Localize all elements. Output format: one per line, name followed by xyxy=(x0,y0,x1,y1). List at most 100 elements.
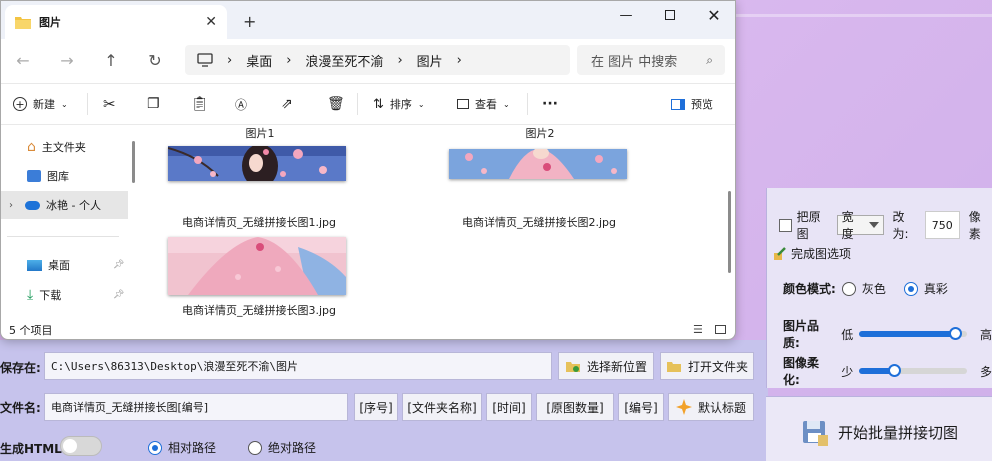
close-button[interactable]: ✕ xyxy=(691,1,735,29)
file-thumbnail-2[interactable] xyxy=(449,149,627,179)
file-name-2[interactable]: 电商详情页_无缝拼接长图2.jpg xyxy=(434,214,644,230)
quality-label: 图片品质: xyxy=(783,319,820,350)
address-bar[interactable]: › 桌面 › 浪漫至死不渝 › 图片 › xyxy=(185,45,570,75)
preview-pane-icon xyxy=(671,98,685,110)
gray-radio[interactable] xyxy=(841,281,856,296)
path-mode-group: 相对路径 绝对路径 xyxy=(148,439,316,456)
relative-path-radio[interactable] xyxy=(148,440,162,455)
sort-button[interactable]: ⇅ 排序 ⌄ xyxy=(373,93,425,115)
nav-item-gallery[interactable]: 图库 xyxy=(1,162,128,190)
delete-icon[interactable]: 🗑︎ xyxy=(327,93,345,115)
start-area: 开始批量拼接切图 xyxy=(766,396,992,461)
gen-html-toggle[interactable] xyxy=(60,436,102,456)
share-icon[interactable]: ⇗ xyxy=(281,93,293,115)
choose-location-button[interactable]: 选择新位置 xyxy=(558,352,654,380)
breadcrumb-desktop[interactable]: 桌面 xyxy=(246,51,272,70)
close-tab-icon[interactable]: ✕ xyxy=(205,14,217,30)
arrow-left-icon: ← xyxy=(16,50,30,70)
view-button[interactable]: 查看 ⌄ xyxy=(457,93,510,115)
token-time-button[interactable]: [时间] xyxy=(486,393,532,421)
maximize-button[interactable] xyxy=(647,1,693,29)
breadcrumb-pictures[interactable]: 图片 xyxy=(417,51,443,70)
gen-html-label: 生成HTML: xyxy=(0,442,67,456)
cut-icon[interactable]: ✂ xyxy=(103,93,116,115)
thumbnail-image xyxy=(168,146,346,181)
file-name-1[interactable]: 电商详情页_无缝拼接长图1.jpg xyxy=(154,214,364,230)
nav-scrollbar[interactable] xyxy=(132,141,135,183)
chevron-right-icon: › xyxy=(286,52,292,68)
token-folder-button[interactable]: [文件夹名称] xyxy=(402,393,482,421)
search-box[interactable]: 在 图片 中搜索 ⌕ xyxy=(577,45,725,75)
new-label: 新建 xyxy=(33,98,55,111)
desktop-icon xyxy=(27,259,42,271)
quality-slider-thumb[interactable] xyxy=(949,327,963,340)
token-number-button[interactable]: [编号] xyxy=(618,393,664,421)
open-folder-button[interactable]: 打开文件夹 xyxy=(660,352,754,380)
up-button[interactable]: ↑ xyxy=(97,48,125,72)
relative-path-label: 相对路径 xyxy=(168,441,217,455)
resize-dimension-select[interactable]: 宽度 xyxy=(836,210,884,241)
filename-field[interactable]: 电商详情页_无缝拼接长图[编号] xyxy=(44,393,348,421)
open-folder-label: 打开文件夹 xyxy=(687,359,748,374)
chevron-right-icon: › xyxy=(9,199,13,211)
details-view-icon[interactable]: ☰ xyxy=(693,323,703,336)
pin-icon[interactable]: 📌︎ xyxy=(113,290,124,300)
minimize-button[interactable]: — xyxy=(603,1,649,29)
cloud-icon xyxy=(25,200,40,210)
folder-icon xyxy=(666,362,681,372)
file-thumbnail-1[interactable] xyxy=(168,146,346,181)
file-name-3[interactable]: 电商详情页_无缝拼接长图3.jpg xyxy=(154,302,364,318)
folder-icon xyxy=(15,16,31,29)
sort-icon: ⇅ xyxy=(373,96,384,112)
breadcrumb-folder[interactable]: 浪漫至死不渝 xyxy=(305,51,383,70)
search-placeholder: 在 图片 中搜索 xyxy=(591,54,678,70)
nav-home-label: 主文件夹 xyxy=(41,141,86,154)
tab-title: 图片 xyxy=(39,16,61,29)
separator xyxy=(357,93,358,115)
new-tab-icon[interactable]: + xyxy=(243,12,256,31)
forward-button[interactable]: → xyxy=(53,48,81,72)
quality-low-label: 低 xyxy=(841,327,854,342)
default-title-button[interactable]: 默认标题 xyxy=(668,393,754,421)
file-thumbnail-3[interactable] xyxy=(168,237,346,295)
soften-slider[interactable] xyxy=(859,364,968,378)
start-button[interactable]: 开始批量拼接切图 xyxy=(800,417,958,447)
token-count-button[interactable]: [原图数量] xyxy=(536,393,614,421)
default-title-label: 默认标题 xyxy=(697,400,746,415)
resize-dimension-value: 宽度 xyxy=(841,210,854,241)
content-scrollbar[interactable] xyxy=(728,191,731,273)
gray-label: 灰色 xyxy=(861,282,886,296)
chevron-right-icon: › xyxy=(227,52,233,68)
refresh-button[interactable]: ↻ xyxy=(141,48,169,72)
pin-icon[interactable]: 📌︎ xyxy=(113,260,124,270)
chevron-down-icon xyxy=(868,222,879,228)
save-path-field[interactable]: C:\Users\86313\Desktop\浪漫至死不渝\图片 xyxy=(44,352,552,380)
quality-slider[interactable] xyxy=(859,327,968,341)
chevron-down-icon: ⌄ xyxy=(503,99,510,109)
size-input[interactable]: 750 xyxy=(924,211,960,239)
soften-slider-thumb[interactable] xyxy=(888,364,902,377)
resize-original-checkbox[interactable] xyxy=(779,218,792,232)
color-mode-label: 颜色模式: xyxy=(783,282,836,296)
paste-icon[interactable]: 📋︎ xyxy=(191,93,209,115)
new-button[interactable]: + 新建 ⌄ xyxy=(13,93,68,115)
copy-icon[interactable]: ❐ xyxy=(147,93,160,115)
tiles-view-icon[interactable] xyxy=(715,325,726,334)
nav-item-home[interactable]: ⌂ 主文件夹 xyxy=(1,133,128,161)
token-index-button[interactable]: [序号] xyxy=(354,393,398,421)
nav-item-downloads[interactable]: ⤓ 下载 📌︎ xyxy=(1,281,128,309)
more-options-button[interactable]: ··· xyxy=(542,93,558,115)
nav-divider xyxy=(7,236,119,237)
true-color-radio[interactable] xyxy=(903,281,918,296)
absolute-path-radio[interactable] xyxy=(248,440,263,455)
rename-icon[interactable]: Ⓐ xyxy=(235,93,247,115)
nav-item-onedrive[interactable]: › 冰艳 - 个人 xyxy=(1,191,128,219)
explorer-tab[interactable]: 图片 ✕ xyxy=(5,5,227,39)
nav-desktop-label: 桌面 xyxy=(48,259,70,272)
pixel-unit-label: 像素 xyxy=(968,210,981,241)
arrow-right-icon: → xyxy=(60,50,74,70)
nav-item-desktop[interactable]: 桌面 📌︎ xyxy=(1,251,128,279)
preview-button[interactable]: 预览 xyxy=(671,93,713,115)
back-button[interactable]: ← xyxy=(9,48,37,72)
navigation-pane: ⌂ 主文件夹 图库 › 冰艳 - 个人 桌面 📌︎ ⤓ 下载 📌︎ xyxy=(1,125,128,319)
